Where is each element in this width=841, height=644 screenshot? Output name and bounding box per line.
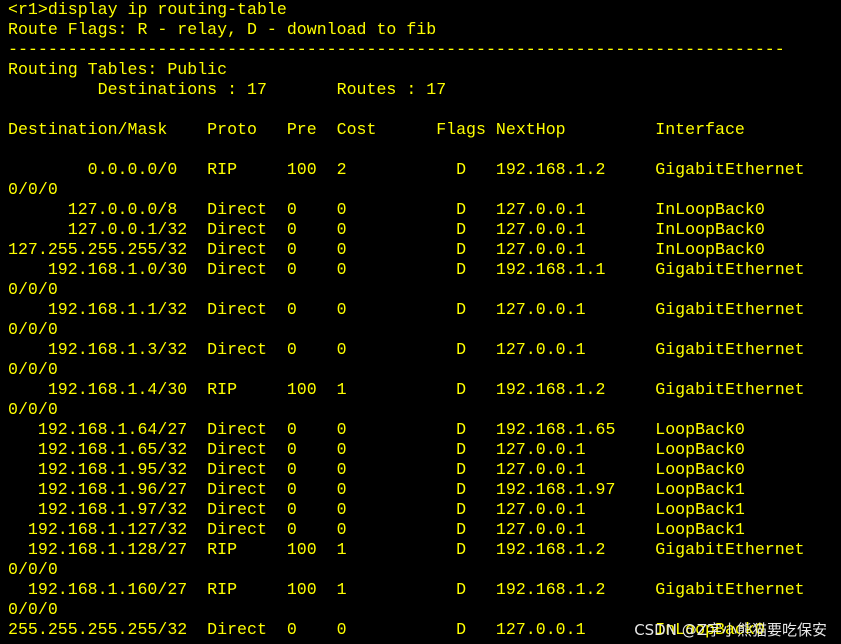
route-line: 192.168.1.127/32 Direct 0 0 D 127.0.0.1 … xyxy=(8,520,745,539)
route-line: 0.0.0.0/0 RIP 100 2 D 192.168.1.2 Gigabi… xyxy=(8,160,805,179)
command-prompt-line: <r1>display ip routing-table xyxy=(8,0,287,19)
watermark-text: CSDN @Z字小熊猫要吃保安 xyxy=(634,621,827,639)
route-line: 192.168.1.65/32 Direct 0 0 D 127.0.0.1 L… xyxy=(8,440,745,459)
route-line: 0/0/0 xyxy=(8,280,58,299)
route-line: 0/0/0 xyxy=(8,600,58,619)
table-header: Destination/Mask Proto Pre Cost Flags Ne… xyxy=(8,120,745,139)
routing-summary: Destinations : 17 Routes : 17 xyxy=(8,80,447,99)
route-line: 192.168.1.96/27 Direct 0 0 D 192.168.1.9… xyxy=(8,480,745,499)
route-line: 192.168.1.64/27 Direct 0 0 D 192.168.1.6… xyxy=(8,420,745,439)
routing-table-name: Routing Tables: Public xyxy=(8,60,228,79)
route-line: 127.0.0.1/32 Direct 0 0 D 127.0.0.1 InLo… xyxy=(8,220,765,239)
separator-line: ----------------------------------------… xyxy=(8,40,785,59)
route-line: 192.168.1.4/30 RIP 100 1 D 192.168.1.2 G… xyxy=(8,380,805,399)
route-line: 0/0/0 xyxy=(8,180,58,199)
terminal-window[interactable]: <r1>display ip routing-table Route Flags… xyxy=(0,0,841,644)
route-line: 192.168.1.160/27 RIP 100 1 D 192.168.1.2… xyxy=(8,580,805,599)
route-line: 0/0/0 xyxy=(8,400,58,419)
route-line: 192.168.1.97/32 Direct 0 0 D 127.0.0.1 L… xyxy=(8,500,745,519)
route-line: 127.255.255.255/32 Direct 0 0 D 127.0.0.… xyxy=(8,240,765,259)
route-line: 192.168.1.1/32 Direct 0 0 D 127.0.0.1 Gi… xyxy=(8,300,805,319)
route-line: 192.168.1.95/32 Direct 0 0 D 127.0.0.1 L… xyxy=(8,460,745,479)
route-line: 127.0.0.0/8 Direct 0 0 D 127.0.0.1 InLoo… xyxy=(8,200,765,219)
route-line: 0/0/0 xyxy=(8,560,58,579)
route-line: 0/0/0 xyxy=(8,360,58,379)
route-line: 192.168.1.128/27 RIP 100 1 D 192.168.1.2… xyxy=(8,540,805,559)
route-flags-legend: Route Flags: R - relay, D - download to … xyxy=(8,20,437,39)
route-line: 192.168.1.0/30 Direct 0 0 D 192.168.1.1 … xyxy=(8,260,805,279)
route-line: 0/0/0 xyxy=(8,320,58,339)
route-line: 192.168.1.3/32 Direct 0 0 D 127.0.0.1 Gi… xyxy=(8,340,805,359)
